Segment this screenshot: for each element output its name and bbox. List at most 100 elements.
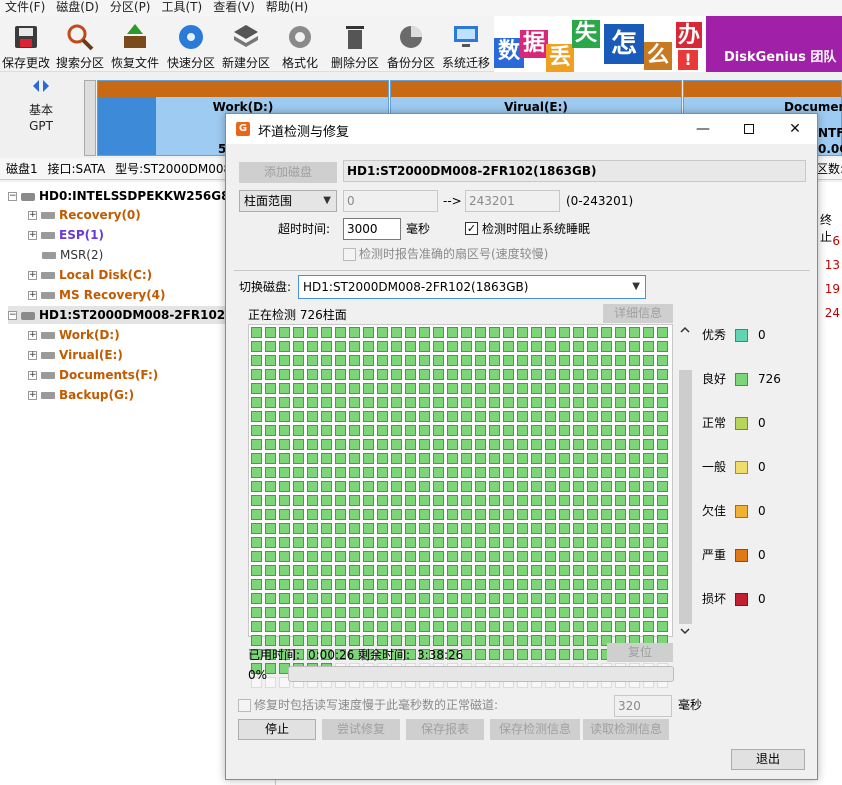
scanned-cylinder-cell xyxy=(279,495,290,506)
reset-button[interactable]: 复位 xyxy=(607,643,673,662)
scanned-cylinder-cell xyxy=(657,523,668,534)
tree-node-hd0[interactable]: − HD0:INTELSSDPEKKW256G8(2 xyxy=(8,187,243,205)
tree-node-partition[interactable]: + Local Disk(C:) xyxy=(28,266,152,284)
recover-files-button[interactable]: 恢复文件 xyxy=(108,16,162,72)
tree-node-partition[interactable]: + ESP(1) xyxy=(28,226,104,244)
scanned-cylinder-cell xyxy=(461,341,472,352)
tree-node-partition[interactable]: MSR(2) xyxy=(42,246,103,264)
expand-icon[interactable]: + xyxy=(28,231,37,240)
scan-grid-scrollbar[interactable] xyxy=(677,324,693,637)
scanned-cylinder-cell xyxy=(265,425,276,436)
scanned-cylinder-cell xyxy=(363,439,374,450)
minimize-button[interactable]: — xyxy=(680,114,726,144)
expand-icon[interactable]: + xyxy=(28,271,37,280)
add-disk-button[interactable]: 添加磁盘 xyxy=(239,162,337,183)
expand-icon[interactable]: + xyxy=(28,211,37,220)
tree-node-partition[interactable]: + Virual(E:) xyxy=(28,346,123,364)
scanned-cylinder-cell xyxy=(517,649,528,660)
report-sectors-checkbox[interactable] xyxy=(343,248,356,261)
scanned-cylinder-cell xyxy=(461,481,472,492)
menu-partition[interactable]: 分区(P) xyxy=(105,0,157,16)
scanned-cylinder-cell xyxy=(587,439,598,450)
scanned-cylinder-cell xyxy=(265,621,276,632)
scanned-cylinder-cell xyxy=(587,537,598,548)
scanned-cylinder-cell xyxy=(405,453,416,464)
scanned-cylinder-cell xyxy=(293,593,304,604)
scanned-cylinder-cell xyxy=(461,439,472,450)
dialog-titlebar[interactable]: G 坏道检测与修复 — ✕ xyxy=(226,114,817,144)
collapse-icon[interactable]: − xyxy=(8,311,17,320)
quick-partition-button[interactable]: 快速分区 xyxy=(164,16,218,72)
range-end-input[interactable]: 243201 xyxy=(465,190,560,212)
scanned-cylinder-cell xyxy=(279,453,290,464)
try-repair-button[interactable]: 尝试修复 xyxy=(322,719,400,740)
expand-icon[interactable]: + xyxy=(28,391,37,400)
tree-node-partition[interactable]: + Documents(F:) xyxy=(28,366,158,384)
details-button[interactable]: 详细信息 xyxy=(603,304,673,323)
tree-node-partition[interactable]: + Recovery(0) xyxy=(28,206,141,224)
scanned-cylinder-cell xyxy=(391,635,402,646)
range-type-select[interactable]: 柱面范围 ▼ xyxy=(239,190,337,212)
format-button[interactable]: 格式化 xyxy=(274,16,326,72)
scanned-cylinder-cell xyxy=(377,397,388,408)
search-partition-button[interactable]: 搜索分区 xyxy=(54,16,106,72)
expand-icon[interactable]: + xyxy=(28,351,37,360)
tree-node-partition[interactable]: + Backup(G:) xyxy=(28,386,134,404)
range-arrow: --> xyxy=(443,194,462,208)
repair-ms-input[interactable]: 320 xyxy=(614,695,672,717)
scanned-cylinder-cell xyxy=(321,621,332,632)
save-changes-button[interactable]: 保存更改 xyxy=(0,16,52,72)
promo-banner[interactable]: 数 据 丢 失 怎 么 办 ! DiskGenius 团队 xyxy=(494,16,842,72)
menu-view[interactable]: 查看(V) xyxy=(208,0,261,16)
scanned-cylinder-cell xyxy=(475,593,486,604)
backup-partition-button[interactable]: 备份分区 xyxy=(384,16,438,72)
tree-node-partition[interactable]: + MS Recovery(4) xyxy=(28,286,166,304)
save-report-button[interactable]: 保存报表 xyxy=(406,719,484,740)
scrollbar-thumb[interactable] xyxy=(679,370,692,624)
exit-button[interactable]: 退出 xyxy=(731,749,805,770)
scanned-cylinder-cell xyxy=(601,355,612,366)
collapse-icon[interactable]: − xyxy=(8,192,17,201)
system-migrate-button[interactable]: 系统迁移 xyxy=(440,16,492,72)
load-scan-info-button[interactable]: 读取检测信息 xyxy=(583,719,669,740)
menu-file[interactable]: 文件(F) xyxy=(0,0,51,16)
scanned-cylinder-cell xyxy=(293,327,304,338)
scanned-cylinder-cell xyxy=(447,341,458,352)
menu-disk[interactable]: 磁盘(D) xyxy=(51,0,105,16)
delete-partition-button[interactable]: 删除分区 xyxy=(328,16,382,72)
scanned-cylinder-cell xyxy=(531,481,542,492)
scanned-cylinder-cell xyxy=(573,327,584,338)
expand-icon[interactable]: + xyxy=(28,371,37,380)
range-start-input[interactable]: 0 xyxy=(343,190,438,212)
switch-disk-select[interactable]: HD1:ST2000DM008-2FR102(1863GB) ▼ xyxy=(298,275,646,299)
scanned-cylinder-cell xyxy=(615,537,626,548)
new-partition-button[interactable]: 新建分区 xyxy=(220,16,272,72)
legend-count: 0 xyxy=(758,592,766,606)
close-button[interactable]: ✕ xyxy=(772,114,818,144)
save-scan-info-button[interactable]: 保存检测信息 xyxy=(490,719,580,740)
expand-icon[interactable]: + xyxy=(28,331,37,340)
tree-node-partition[interactable]: + Work(D:) xyxy=(28,326,120,344)
scroll-up-icon[interactable] xyxy=(680,326,690,334)
scanned-cylinder-cell xyxy=(251,509,262,520)
scanned-cylinder-cell xyxy=(447,621,458,632)
scanned-cylinder-cell xyxy=(265,607,276,618)
scanned-cylinder-cell xyxy=(489,411,500,422)
scanned-cylinder-cell xyxy=(517,453,528,464)
expand-icon[interactable]: + xyxy=(28,291,37,300)
scanned-cylinder-cell xyxy=(475,383,486,394)
nav-arrows-icon[interactable] xyxy=(33,80,49,98)
scanned-cylinder-cell xyxy=(629,467,640,478)
repair-include-checkbox[interactable] xyxy=(238,699,251,712)
scanned-cylinder-cell xyxy=(391,439,402,450)
diskmap-scroll-handle[interactable] xyxy=(84,80,96,156)
maximize-button[interactable] xyxy=(726,114,772,144)
banner-char: 丢 xyxy=(546,44,574,72)
scroll-down-icon[interactable] xyxy=(680,627,690,635)
scanned-cylinder-cell xyxy=(587,579,598,590)
prevent-sleep-checkbox[interactable]: ✓ xyxy=(465,222,478,235)
menu-tools[interactable]: 工具(T) xyxy=(157,0,209,16)
timeout-input[interactable]: 3000 xyxy=(343,218,401,240)
stop-button[interactable]: 停止 xyxy=(238,719,316,740)
menu-help[interactable]: 帮助(H) xyxy=(261,0,314,16)
